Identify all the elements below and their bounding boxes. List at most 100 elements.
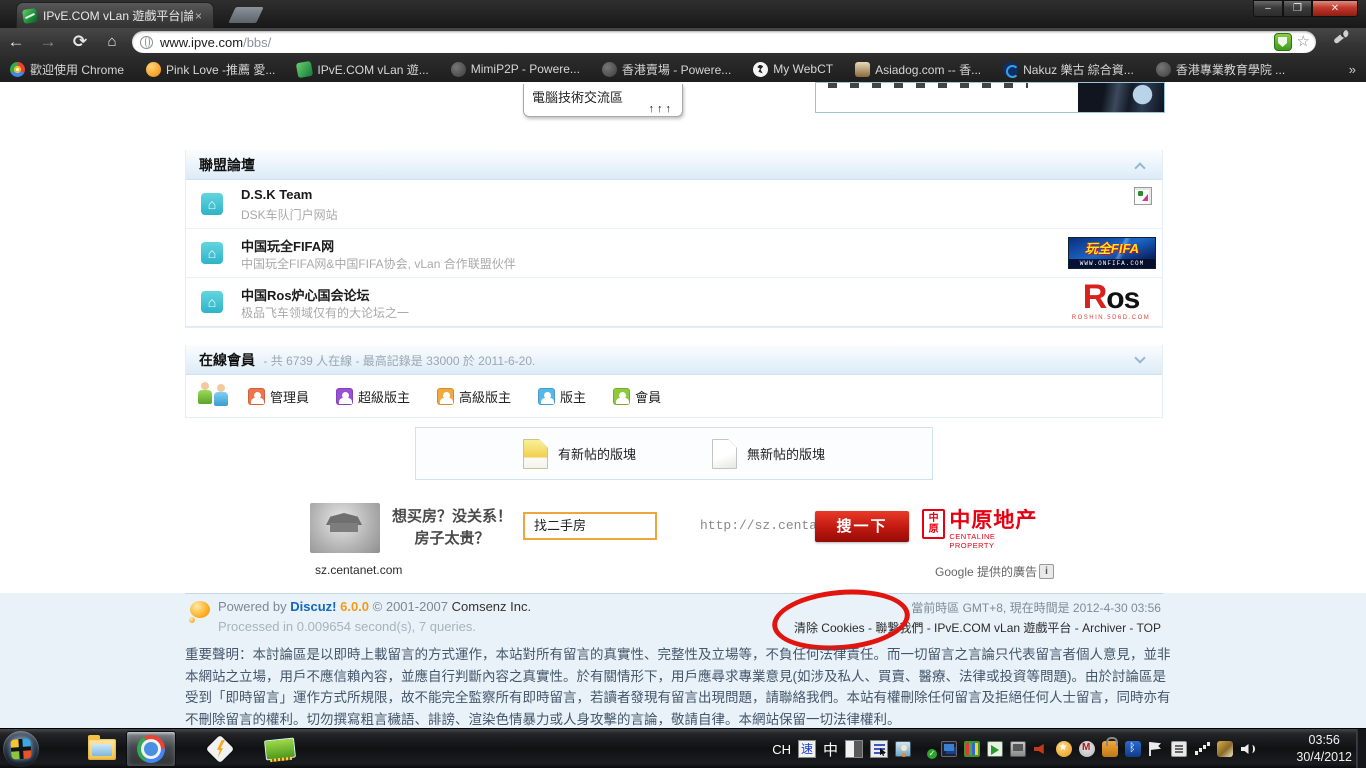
bookmark-item[interactable]: 香港專業教育學院 ... (1155, 61, 1285, 78)
ros-logo-image[interactable]: Ros ROSHIN.5D6D.COM (1064, 280, 1158, 324)
bookmark-star-icon[interactable]: ☆ (1297, 33, 1310, 51)
tray-lock-icon[interactable] (1102, 737, 1118, 757)
discuz-link[interactable]: Discuz! (290, 599, 336, 614)
ad-search-input[interactable]: 找二手房 (523, 512, 657, 540)
tray-display-icon[interactable] (1010, 741, 1026, 757)
home-button[interactable]: ⌂ (96, 29, 128, 55)
tray-mcafee-icon[interactable] (1079, 741, 1095, 757)
cutoff-forum-row (815, 82, 1165, 113)
collapse-chevron-icon[interactable] (1134, 162, 1146, 174)
tray-touchpad-icon[interactable] (1217, 741, 1233, 757)
address-bar[interactable]: www.ipve.com /bbs/ ☆ (132, 31, 1316, 53)
forum-row-fifa[interactable]: ⌂ 中国玩全FIFA网 中国玩全FIFA网&中国FIFA协会, vLan 合作联… (186, 229, 1162, 278)
tray-media-icon[interactable] (987, 741, 1003, 757)
start-button[interactable] (3, 731, 39, 767)
timezone-line: 當前時區 GMT+8, 現在時間是 2012-4-30 03:56 (911, 601, 1161, 615)
chrome-taskbar-button-active[interactable] (126, 731, 176, 767)
bookmark-item[interactable]: Pink Love -推薦 愛... (146, 61, 275, 78)
archiver-link[interactable]: Archiver (1082, 621, 1126, 635)
tray-bluetooth-icon[interactable] (1125, 741, 1141, 757)
tray-star-icon[interactable] (1056, 741, 1072, 757)
asiadog-icon (855, 61, 871, 77)
close-button[interactable]: ✕ (1312, 0, 1358, 17)
forum-link[interactable]: 中国玩全FIFA网 (241, 236, 334, 255)
ime-language-button[interactable]: CH (772, 742, 791, 757)
nakuz-icon (1003, 61, 1020, 78)
reload-button[interactable]: ⟳ (64, 29, 96, 55)
tray-action-center-flag-icon[interactable] (1148, 741, 1164, 757)
pinklove-icon (146, 61, 162, 77)
browser-titlebar: IPvE.COM vLan 遊戲平台|論壇 × – ❐ ✕ (0, 0, 1366, 28)
online-members-section: 在線會員 - 共 6739 人在線 - 最高記錄是 33000 於 2011-6… (185, 345, 1163, 418)
collapse-chevron-icon[interactable] (1134, 352, 1146, 364)
forum-row-dsk[interactable]: ⌂ D.S.K Team DSK车队门户网站 (186, 180, 1162, 229)
ad-info-icon[interactable]: i (1039, 564, 1055, 579)
ime-quick-input-icon[interactable]: 速 (797, 740, 816, 758)
contact-us-link[interactable]: 聯繫我們 (875, 621, 923, 635)
ime-chinese-button[interactable]: 中 (823, 739, 838, 760)
bookmark-item[interactable]: 香港賣場 - Powere... (601, 61, 731, 78)
tray-network-signal-icon[interactable] (1194, 741, 1210, 757)
chrome-menu-wrench-icon[interactable] (1326, 30, 1356, 53)
folder-icon (88, 734, 116, 760)
forum-row-ros[interactable]: ⌂ 中国Ros炉心国会论坛 极品飞车领域仅有的大论坛之一 Ros ROSHIN.… (186, 278, 1162, 327)
member-avatar-icon (613, 387, 631, 405)
page-footer: Powered by Discuz! 6.0.0 © 2001-2007 Com… (0, 584, 1366, 728)
winamp-taskbar-button[interactable] (196, 731, 244, 767)
role-admin: 管理員 (248, 387, 309, 406)
processed-line: Processed in 0.009654 second(s), 7 queri… (218, 619, 476, 634)
bookmarks-overflow-chevron-icon[interactable]: » (1349, 62, 1356, 77)
webct-icon (753, 61, 769, 77)
tray-usb-icon[interactable]: ✓ (918, 741, 937, 759)
site-home-link[interactable]: IPvE.COM vLan 遊戲平台 (934, 621, 1071, 635)
discuz-logo-icon (188, 601, 212, 623)
bookmark-item[interactable]: IPvE.COM vLan 遊... (296, 60, 429, 78)
alliance-section-header[interactable]: 聯盟論壇 (186, 150, 1162, 180)
back-button[interactable]: ← (0, 29, 32, 55)
ime-fullwidth-icon[interactable] (845, 740, 863, 758)
show-desktop-button[interactable] (1356, 729, 1366, 768)
tray-network-monitor-icon[interactable] (941, 741, 957, 757)
taskbar-clock[interactable]: 03:56 30/4/2012 (1296, 732, 1352, 766)
online-section-header[interactable]: 在線會員 - 共 6739 人在線 - 最高記錄是 33000 於 2011-6… (186, 345, 1162, 375)
windows-flag-icon (10, 738, 32, 760)
ads-by-google[interactable]: Google 提供的廣告 i (935, 563, 1055, 580)
bookmark-item[interactable]: 歡迎使用 Chrome (10, 61, 124, 78)
top-link[interactable]: TOP (1137, 621, 1161, 635)
bookmark-item[interactable]: Nakuz 樂古 綜合資... (1003, 61, 1134, 78)
ad-source-url[interactable]: sz.centanet.com (315, 563, 402, 577)
bookmark-item[interactable]: My WebCT (753, 61, 833, 77)
window-controls: – ❐ ✕ (1253, 0, 1358, 17)
home-icon: ⌂ (201, 291, 223, 313)
maximize-button[interactable]: ❐ (1283, 0, 1312, 17)
google-ad-banner[interactable]: 想买房？没关系！ 房子太贵？ 找二手房 http://sz.centanet.c… (310, 503, 1040, 553)
fifa-banner-image[interactable]: 玩全FIFA WWW.ONFIFA.COM (1068, 237, 1156, 269)
section-title: 聯盟論壇 (199, 157, 255, 173)
bookmark-item[interactable]: MimiP2P - Powere... (450, 61, 580, 77)
windows-taskbar: CH 速 中 ✓ 03:56 30/4/2012 (0, 728, 1366, 768)
tray-color-grid-icon[interactable] (964, 741, 980, 757)
forum-dropdown-panel[interactable]: 電腦技術交流區 ↑↑↑ (523, 84, 683, 117)
tray-photo-icon[interactable] (895, 741, 911, 757)
network-app-taskbar-button[interactable] (256, 731, 304, 767)
tab-title: IPvE.COM vLan 遊戲平台|論壇 (43, 9, 193, 23)
forum-link[interactable]: 中国Ros炉心国会论坛 (241, 285, 370, 304)
explorer-taskbar-button[interactable] (78, 731, 126, 767)
role-legend: 管理員 超級版主 高級版主 版主 會員 (248, 375, 688, 417)
forum-link[interactable]: D.S.K Team (241, 187, 312, 202)
tray-volume-icon[interactable] (1240, 741, 1256, 757)
new-tab-button[interactable] (228, 7, 264, 23)
clear-cookies-link[interactable]: 清除 Cookies (794, 621, 865, 635)
ime-toolbar-icon[interactable] (870, 740, 888, 758)
role-super-moderator: 超級版主 (336, 387, 410, 406)
forward-button[interactable]: → (32, 29, 64, 55)
browser-tab[interactable]: IPvE.COM vLan 遊戲平台|論壇 × (16, 2, 214, 28)
tray-clipboard-icon[interactable] (1171, 741, 1187, 757)
tab-close-icon[interactable]: × (195, 9, 202, 23)
security-extension-icon[interactable] (1273, 33, 1292, 51)
tray-red-speaker-icon[interactable] (1033, 741, 1049, 757)
minimize-button[interactable]: – (1253, 0, 1283, 17)
ad-search-button[interactable]: 搜一下 (815, 511, 909, 542)
bookmark-item[interactable]: Asiadog.com -- 香... (855, 61, 981, 78)
cutoff-text (816, 83, 1078, 112)
